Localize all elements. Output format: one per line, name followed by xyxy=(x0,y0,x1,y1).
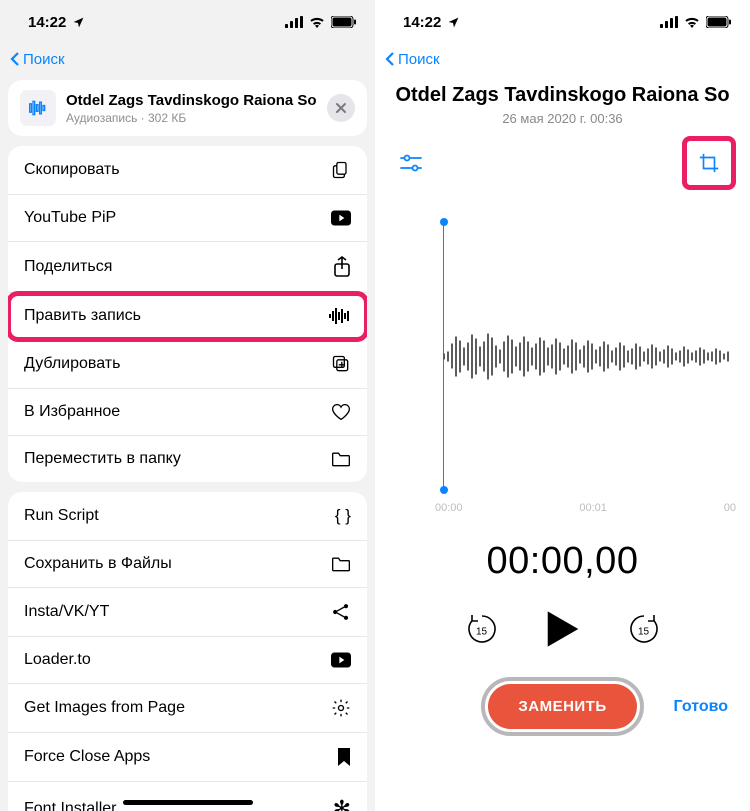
duplicate-icon xyxy=(331,354,351,374)
location-icon xyxy=(447,16,460,29)
location-icon xyxy=(72,16,85,29)
back-button[interactable]: Поиск xyxy=(0,44,375,74)
youtube-icon xyxy=(331,210,351,226)
chevron-left-icon xyxy=(385,51,395,67)
skip-forward-button[interactable]: 15 xyxy=(627,612,661,651)
cellular-icon xyxy=(660,16,678,28)
sliders-icon xyxy=(399,153,423,173)
battery-icon xyxy=(331,16,357,28)
replace-button[interactable]: ЗАМЕНИТЬ xyxy=(488,684,636,729)
menu-item-share[interactable]: Поделиться xyxy=(8,242,367,293)
menu-item-run-script[interactable]: Run Script { } xyxy=(8,492,367,541)
editor-screen: 14:22 Поиск Otdel Zags Tavdinskogo Raion… xyxy=(375,0,750,811)
recording-subtitle: Аудиозапись · 302 КБ xyxy=(66,111,317,125)
share-icon xyxy=(333,256,351,278)
menu-group-2: Run Script { } Сохранить в Файлы Insta/V… xyxy=(8,492,367,811)
wifi-icon xyxy=(684,16,700,28)
battery-icon xyxy=(706,16,732,28)
folder-icon xyxy=(331,451,351,467)
wifi-icon xyxy=(309,16,325,28)
recording-date-duration: 26 мая 2020 г. 00:36 xyxy=(393,111,732,126)
waveform-area[interactable] xyxy=(389,216,736,496)
menu-group-1: Скопировать YouTube PiP Поделиться Прави… xyxy=(8,146,367,482)
chevron-left-icon xyxy=(10,51,20,67)
play-button[interactable] xyxy=(545,609,581,654)
menu-item-force-close[interactable]: Force Close Apps xyxy=(8,733,367,782)
menu-item-copy[interactable]: Скопировать xyxy=(8,146,367,195)
close-button[interactable] xyxy=(327,94,355,122)
status-time: 14:22 xyxy=(403,14,441,31)
menu-item-youtube-pip[interactable]: YouTube PiP xyxy=(8,195,367,242)
crop-icon xyxy=(698,152,720,174)
playback-controls: 15 15 xyxy=(375,609,750,654)
playhead-dot-top[interactable] xyxy=(440,218,448,226)
status-bar: 14:22 xyxy=(0,0,375,44)
play-icon xyxy=(545,609,581,649)
menu-item-duplicate[interactable]: Дублировать xyxy=(8,340,367,389)
recording-title: Otdel Zags Tavdinskogo Raiona So xyxy=(393,84,732,107)
share-alt-icon xyxy=(331,602,351,622)
menu-item-save-to-files[interactable]: Сохранить в Файлы xyxy=(8,541,367,588)
asterisk-icon: ✻ xyxy=(333,796,351,811)
video-icon xyxy=(331,652,351,668)
menu-item-insta-vk-yt[interactable]: Insta/VK/YT xyxy=(8,588,367,637)
time-display: 00:00,00 xyxy=(375,540,750,583)
playhead-dot-bottom[interactable] xyxy=(440,486,448,494)
menu-item-edit-recording[interactable]: Править запись xyxy=(8,293,367,340)
recording-title: Otdel Zags Tavdinskogo Raiona So xyxy=(66,92,317,109)
time-axis: 00:00 00:01 00 xyxy=(375,496,750,514)
gear-icon xyxy=(331,698,351,718)
crop-button[interactable] xyxy=(689,143,729,183)
cellular-icon xyxy=(285,16,303,28)
braces-icon: { } xyxy=(335,506,351,526)
share-sheet-screen: 14:22 Поиск Otdel Zags Tavdinskogo Raion… xyxy=(0,0,375,811)
menu-item-favorite[interactable]: В Избранное xyxy=(8,389,367,436)
back-button[interactable]: Поиск xyxy=(375,44,750,74)
home-indicator[interactable] xyxy=(123,800,253,805)
waveform-bars xyxy=(443,329,732,384)
menu-item-move-to-folder[interactable]: Переместить в папку xyxy=(8,436,367,482)
done-button[interactable]: Готово xyxy=(674,698,728,716)
status-bar: 14:22 xyxy=(375,0,750,44)
recording-card: Otdel Zags Tavdinskogo Raiona So Аудиоза… xyxy=(8,80,367,136)
menu-item-loader-to[interactable]: Loader.to xyxy=(8,637,367,684)
heart-icon xyxy=(331,403,351,421)
waveform-icon xyxy=(329,307,351,325)
close-icon xyxy=(335,102,347,114)
copy-icon xyxy=(331,160,351,180)
settings-sliders-button[interactable] xyxy=(391,143,431,183)
folder-icon xyxy=(331,556,351,572)
status-time: 14:22 xyxy=(28,14,66,31)
menu-item-font-installer[interactable]: Font Installer ✻ xyxy=(8,782,367,811)
skip-back-button[interactable]: 15 xyxy=(465,612,499,651)
bookmark-icon xyxy=(337,747,351,767)
audio-thumbnail-icon xyxy=(20,90,56,126)
menu-item-get-images[interactable]: Get Images from Page xyxy=(8,684,367,733)
crop-highlight xyxy=(682,136,736,190)
